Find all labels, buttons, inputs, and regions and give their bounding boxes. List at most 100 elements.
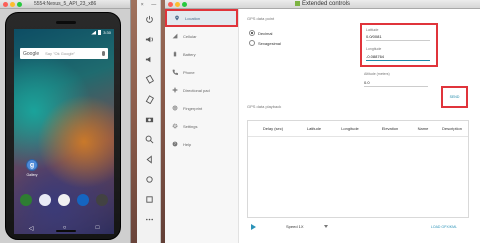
extended-controls-title-text: Extended controls: [301, 1, 351, 7]
camera-icon: [145, 117, 153, 122]
home-button[interactable]: [137, 169, 161, 189]
emulator-toolbar: × —: [137, 0, 161, 243]
altitude-label: Altitude (meters): [364, 72, 390, 76]
send-button[interactable]: SEND: [441, 86, 468, 108]
nav-overview-icon[interactable]: □: [96, 225, 100, 231]
android-logo-icon: [294, 1, 300, 6]
nav-item-help[interactable]: ? Help: [165, 135, 238, 153]
toolbar-close-button[interactable]: ×: [141, 2, 144, 8]
col-delay: Delay (sec): [262, 126, 284, 131]
nav-item-phone[interactable]: Phone: [165, 63, 238, 81]
phone-frame: 3:30 Google Say "Ok Google" g Gallery ◁ …: [5, 12, 121, 240]
nav-item-location-label: Location: [185, 15, 201, 21]
status-time: 3:30: [103, 30, 111, 35]
overview-icon: [145, 195, 153, 203]
back-icon: [146, 154, 152, 164]
zoom-icon: [145, 135, 153, 143]
rotate-right-icon: [145, 94, 154, 104]
nav-item-directional-pad[interactable]: Directional pad: [165, 81, 238, 99]
coordinates-group: Latitude 0.0/0081 Longitude -0.088764: [360, 23, 438, 67]
help-icon: ?: [172, 141, 178, 147]
col-latitude: Latitude: [306, 126, 322, 131]
nav-item-directional-pad-label: Directional pad: [183, 87, 210, 93]
longitude-input[interactable]: -0.088764: [366, 54, 430, 61]
latitude-label: Latitude: [366, 28, 379, 32]
location-icon: [175, 15, 179, 21]
camera-app-icon[interactable]: [96, 194, 108, 206]
mic-icon[interactable]: [102, 51, 105, 56]
zoom-window-button[interactable]: [17, 1, 22, 7]
speed-select[interactable]: Speed 1X: [286, 224, 304, 229]
altitude-input[interactable]: 0.0: [364, 80, 428, 87]
app-dock: [20, 194, 108, 206]
nav-item-fingerprint[interactable]: Fingerprint: [165, 99, 238, 117]
nav-item-cellular[interactable]: Cellular: [165, 27, 238, 45]
rotate-left-button[interactable]: [137, 69, 161, 89]
app-drawer-icon[interactable]: [58, 194, 70, 206]
more-button[interactable]: [137, 209, 161, 229]
nav-item-help-label: Help: [183, 141, 192, 147]
nav-back-icon[interactable]: ◁: [29, 225, 34, 232]
chevron-down-icon[interactable]: [323, 225, 328, 228]
back-button[interactable]: [137, 149, 161, 169]
phone-screen[interactable]: 3:30 Google Say "Ok Google" g Gallery ◁ …: [14, 29, 114, 234]
nav-item-cellular-label: Cellular: [183, 33, 197, 39]
screenshot-button[interactable]: [137, 109, 161, 129]
volume-up-button[interactable]: [137, 29, 161, 49]
format-sexagesimal-radio[interactable]: Sexagesimal: [249, 40, 281, 46]
dpad-icon: [172, 87, 178, 93]
phone-icon: [172, 69, 178, 75]
contacts-app-icon[interactable]: [39, 194, 51, 206]
volume-down-icon: [145, 56, 150, 62]
google-logo: Google: [23, 50, 40, 57]
nav-item-battery[interactable]: Battery: [165, 45, 238, 63]
window-controls: [3, 1, 22, 7]
col-longitude: Longitude: [341, 126, 359, 131]
gps-point-label: GPS data point: [247, 16, 275, 21]
browser-app-icon[interactable]: [77, 194, 89, 206]
overview-button[interactable]: [137, 189, 161, 209]
radio-checked-icon: [249, 30, 255, 36]
format-decimal-label: Decimal: [258, 30, 273, 36]
search-hint: Say "Ok Google": [45, 51, 76, 56]
gps-playback-table[interactable]: Delay (sec) Latitude Longitude Elevation…: [247, 120, 469, 218]
svg-text:?: ?: [174, 142, 176, 146]
zoom-button[interactable]: [137, 129, 161, 149]
col-description: Description: [441, 126, 462, 131]
cellular-icon: [172, 33, 178, 39]
rotate-right-button[interactable]: [137, 89, 161, 109]
fingerprint-icon: [172, 105, 178, 111]
minimize-window-button[interactable]: [10, 1, 15, 7]
gallery-app-icon[interactable]: g: [26, 159, 38, 171]
load-gpx-kml-button[interactable]: LOAD GPX/KML: [431, 225, 457, 229]
nav-item-settings[interactable]: Settings: [165, 117, 238, 135]
status-bar: 3:30: [14, 29, 114, 36]
gear-icon: [172, 123, 178, 129]
phone-app-icon[interactable]: [20, 194, 32, 206]
google-search-bar[interactable]: Google Say "Ok Google": [20, 48, 108, 59]
extended-nav: Location Cellular Battery Phone Directio…: [165, 9, 239, 243]
nav-item-battery-label: Battery: [183, 51, 196, 57]
volume-down-button[interactable]: [137, 49, 161, 69]
toolbar-minimize-button[interactable]: —: [151, 2, 156, 8]
format-sexagesimal-label: Sexagesimal: [258, 40, 281, 46]
toolbar-header: × —: [137, 0, 160, 9]
col-name: Name: [417, 126, 429, 131]
nav-item-phone-label: Phone: [183, 69, 195, 75]
table-header: Delay (sec) Latitude Longitude Elevation…: [248, 121, 468, 137]
nav-item-fingerprint-label: Fingerprint: [183, 105, 203, 111]
emulator-titlebar: 5554:Nexus_5_API_23_x86: [0, 0, 130, 9]
close-window-button[interactable]: [3, 1, 8, 7]
send-button-label: SEND: [449, 95, 460, 99]
battery-icon: [173, 51, 177, 57]
battery-status-icon: [98, 30, 102, 35]
format-decimal-radio[interactable]: Decimal: [249, 30, 272, 36]
play-icon[interactable]: [251, 223, 256, 230]
latitude-input[interactable]: 0.0/0081: [366, 34, 430, 41]
nav-item-location[interactable]: Location: [165, 9, 238, 27]
power-button[interactable]: [137, 9, 161, 29]
col-elevation: Elevation: [381, 126, 399, 131]
emulator-window: 5554:Nexus_5_API_23_x86 3:30 Google Say …: [0, 0, 131, 243]
radio-unchecked-icon: [249, 40, 255, 46]
nav-item-settings-label: Settings: [183, 123, 198, 129]
